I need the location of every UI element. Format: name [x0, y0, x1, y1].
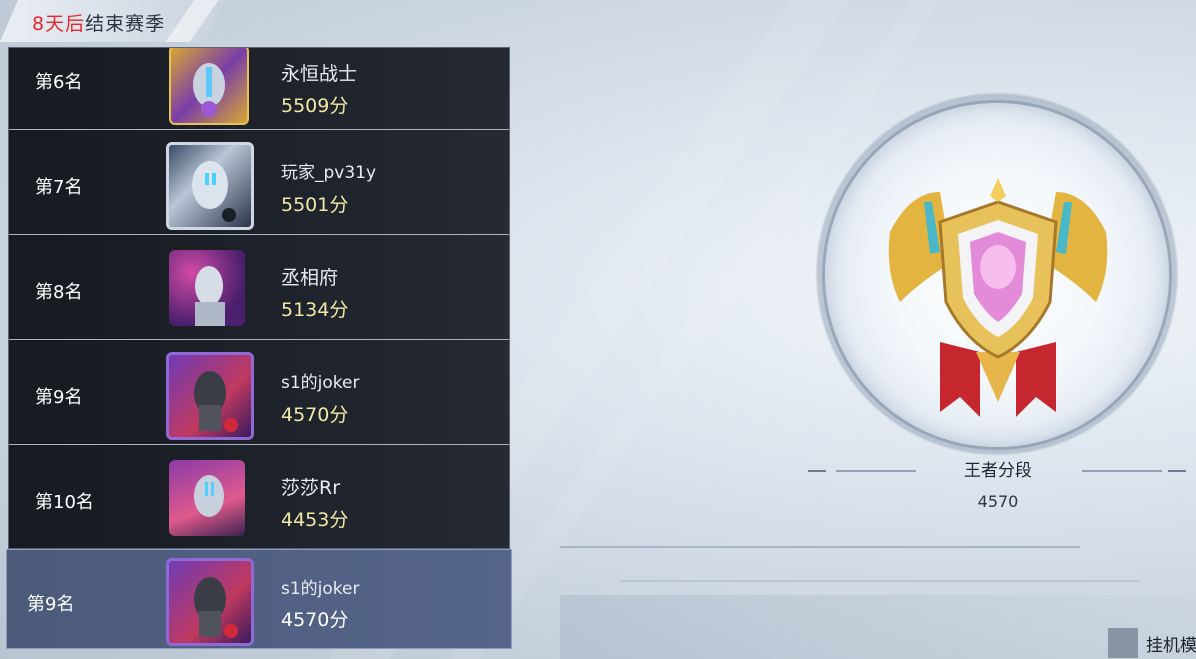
tier-divider — [808, 470, 826, 472]
tier-name: 王者分段 — [964, 461, 1032, 481]
list-item[interactable]: 第10名 莎莎Rr 4453分 — [9, 445, 509, 548]
ultraman-zero-avatar[interactable] — [169, 460, 245, 536]
player-name: 永恒战士 — [281, 63, 358, 85]
player-name: 莎莎Rr — [281, 477, 341, 499]
bg-line — [620, 580, 1140, 582]
player-score: 4453分 — [281, 509, 349, 531]
banner-chevron — [165, 0, 219, 42]
player-score: 5501分 — [281, 194, 349, 216]
player-score: 4570分 — [281, 404, 349, 426]
ranking-list[interactable]: 第6名 永恒战士 5509分 第7名 玩家_pv31y 5501分 第8名 丞相… — [8, 47, 510, 549]
list-item[interactable]: 第8名 丞相府 5134分 — [9, 235, 509, 340]
player-name: 丞相府 — [281, 267, 339, 289]
my-rank-row[interactable]: 第9名 s1的joker 4570分 — [6, 549, 512, 649]
player-name: 玩家_pv31y — [281, 163, 377, 183]
afk-label: 挂机模 — [1146, 636, 1196, 656]
rank-number: 第8名 — [35, 282, 83, 303]
king-tier-emblem-icon — [888, 178, 1108, 417]
list-item[interactable]: 第9名 s1的joker 4570分 — [9, 340, 509, 445]
afk-checkbox-icon[interactable] — [1108, 628, 1138, 658]
ultraman-galaxy-avatar[interactable] — [169, 250, 245, 326]
ultraman-silver-avatar[interactable] — [166, 142, 254, 230]
dark-knight-avatar[interactable] — [166, 352, 254, 440]
rank-number: 第7名 — [35, 177, 83, 198]
tier-score: 4570 — [977, 492, 1019, 511]
list-item[interactable]: 第7名 玩家_pv31y 5501分 — [9, 130, 509, 235]
dark-knight-avatar[interactable] — [166, 558, 254, 646]
player-name: s1的joker — [281, 373, 360, 393]
my-rank-number: 第9名 — [27, 594, 75, 615]
rank-number: 第9名 — [35, 387, 83, 408]
player-score: 5134分 — [281, 299, 349, 321]
list-item[interactable]: 第6名 永恒战士 5509分 — [9, 48, 509, 130]
season-countdown: 8天后结束赛季 — [32, 13, 166, 35]
rank-number: 第10名 — [35, 492, 94, 513]
my-player-score: 4570分 — [281, 609, 349, 631]
tier-divider — [1168, 470, 1186, 472]
bg-floor — [560, 595, 1196, 659]
afk-mode-button[interactable]: 挂机模 — [1108, 626, 1196, 659]
my-player-name: s1的joker — [281, 579, 360, 599]
bg-line — [560, 546, 1080, 548]
rank-number: 第6名 — [35, 72, 83, 93]
player-score: 5509分 — [281, 95, 349, 117]
ultraman-gold-avatar[interactable] — [169, 48, 249, 125]
